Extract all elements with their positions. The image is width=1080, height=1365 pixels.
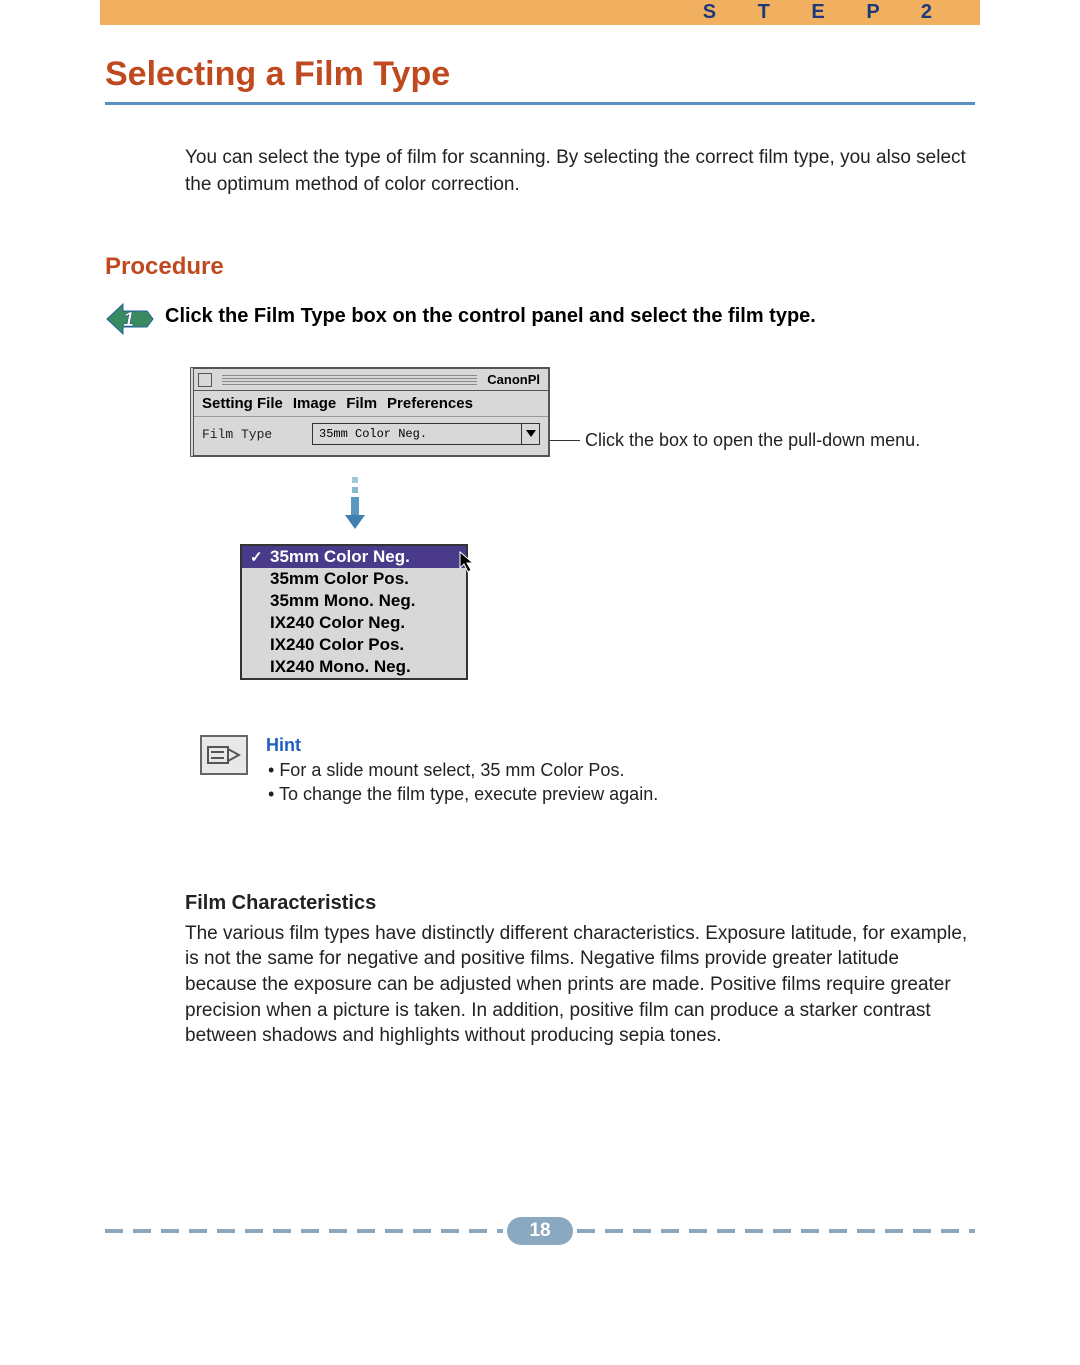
- menu-item-label: IX240 Color Pos.: [270, 635, 404, 654]
- hint-icon: [200, 735, 248, 775]
- hint-list: For a slide mount select, 35 mm Color Po…: [266, 758, 658, 807]
- chevron-down-icon[interactable]: [521, 424, 539, 444]
- step-1-badge: 1: [105, 299, 155, 339]
- window-title: CanonPl: [483, 372, 544, 387]
- menu-item-35mm-color-neg[interactable]: ✓ 35mm Color Neg.: [242, 546, 466, 568]
- film-type-label: Film Type: [202, 427, 312, 442]
- film-type-menu: ✓ 35mm Color Neg. 35mm Color Pos. 35mm M…: [240, 544, 468, 680]
- menu-item-label: IX240 Mono. Neg.: [270, 657, 411, 676]
- titlebar: CanonPl: [194, 369, 548, 391]
- hint-block: Hint For a slide mount select, 35 mm Col…: [200, 735, 975, 807]
- hint-item: For a slide mount select, 35 mm Color Po…: [268, 758, 658, 782]
- callout-line: [550, 440, 580, 441]
- characteristics-body: The various film types have distinctly d…: [185, 921, 975, 1049]
- step-row: 1 Click the Film Type box on the control…: [105, 299, 975, 339]
- menu-item-ix240-mono-neg[interactable]: IX240 Mono. Neg.: [242, 656, 466, 678]
- hint-item: To change the film type, execute preview…: [268, 782, 658, 806]
- menu-item-35mm-color-pos[interactable]: 35mm Color Pos.: [242, 568, 466, 590]
- menu-preferences[interactable]: Preferences: [385, 395, 475, 412]
- footer-dash-right: [577, 1229, 975, 1233]
- film-type-row: Film Type 35mm Color Neg.: [194, 417, 548, 455]
- page-title: Selecting a Film Type: [105, 55, 975, 94]
- footer-dash-left: [105, 1229, 503, 1233]
- menu-item-label: 35mm Mono. Neg.: [270, 591, 415, 610]
- film-type-dropdown[interactable]: 35mm Color Neg.: [312, 423, 540, 445]
- menu-bar: Setting File Image Film Preferences: [194, 391, 548, 417]
- characteristics-heading: Film Characteristics: [185, 892, 975, 915]
- procedure-heading: Procedure: [105, 253, 975, 281]
- svg-text:1: 1: [123, 309, 134, 331]
- callout-text: Click the box to open the pull-down menu…: [585, 430, 920, 451]
- page-number: 18: [507, 1217, 572, 1245]
- down-arrow-icon: [340, 477, 370, 532]
- menu-item-ix240-color-neg[interactable]: IX240 Color Neg.: [242, 612, 466, 634]
- step-label: S T E P 2: [703, 1, 950, 24]
- menu-image[interactable]: Image: [291, 395, 338, 412]
- dropdown-value: 35mm Color Neg.: [319, 427, 427, 441]
- title-divider: [105, 102, 975, 105]
- titlebar-pattern: [222, 375, 477, 385]
- step-1-text: Click the Film Type box on the control p…: [165, 299, 816, 328]
- menu-setting-file[interactable]: Setting File: [200, 395, 285, 412]
- menu-item-label: 35mm Color Pos.: [270, 569, 409, 588]
- intro-text: You can select the type of film for scan…: [185, 145, 975, 198]
- app-window: CanonPl Setting File Image Film Preferen…: [190, 367, 550, 457]
- close-icon[interactable]: [198, 373, 212, 387]
- menu-item-ix240-color-pos[interactable]: IX240 Color Pos.: [242, 634, 466, 656]
- menu-item-label: IX240 Color Neg.: [270, 613, 405, 632]
- hint-label: Hint: [266, 735, 658, 756]
- top-bar: S T E P 2: [100, 0, 980, 25]
- menu-item-35mm-mono-neg[interactable]: 35mm Mono. Neg.: [242, 590, 466, 612]
- menu-film[interactable]: Film: [344, 395, 379, 412]
- footer: 18: [105, 1217, 975, 1245]
- screenshot-area: CanonPl Setting File Image Film Preferen…: [190, 367, 975, 680]
- menu-item-label: 35mm Color Neg.: [270, 547, 410, 566]
- checkmark-icon: ✓: [250, 548, 263, 566]
